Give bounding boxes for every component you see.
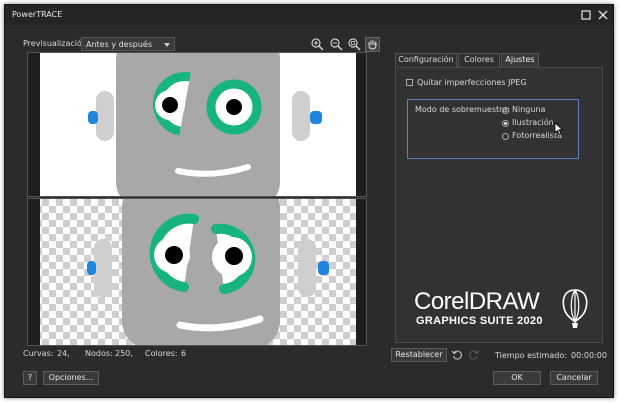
zoom-in-icon[interactable] xyxy=(310,37,325,52)
traced-image xyxy=(40,199,356,345)
pan-hand-icon[interactable] xyxy=(365,37,380,52)
settings-panel: Quitar imperfecciones JPEG Modo de sobre… xyxy=(395,67,603,343)
coreldraw-logo: CorelDRAW GRAPHICS SUITE 2020 xyxy=(414,288,594,334)
undo-icon[interactable] xyxy=(451,349,463,361)
options-button[interactable]: Opciones... xyxy=(43,371,99,385)
help-button[interactable]: ? xyxy=(23,371,37,385)
curves-label: Curvas: xyxy=(23,349,54,358)
brand-line2: GRAPHICS SUITE 2020 xyxy=(416,315,543,327)
colors-label: Colores: xyxy=(145,349,178,358)
nodes-value: 250, xyxy=(115,349,133,358)
chevron-down-icon xyxy=(164,43,170,47)
preview-before-pane[interactable] xyxy=(27,52,367,197)
jpeg-checkbox[interactable] xyxy=(406,79,413,86)
window-title: PowerTRACE xyxy=(12,10,63,19)
zoom-fit-icon[interactable] xyxy=(347,37,362,52)
estimated-time-value: 00:00:00 xyxy=(571,351,607,360)
tab-ajustes[interactable]: Ajustes xyxy=(501,53,539,67)
colors-value: 6 xyxy=(181,349,187,358)
radio-ninguna[interactable] xyxy=(502,107,509,114)
preview-mode-select[interactable]: Antes y después xyxy=(81,37,175,51)
nodes-label: Nodos: xyxy=(85,349,113,358)
title-bar: PowerTRACE xyxy=(5,5,613,25)
preview-after-pane[interactable] xyxy=(27,198,367,346)
maximize-icon[interactable] xyxy=(579,8,593,22)
radio-fotorrealista[interactable] xyxy=(502,133,509,140)
cancel-button[interactable]: Cancelar xyxy=(550,371,598,385)
mouse-cursor-icon xyxy=(554,122,564,136)
jpeg-checkbox-label[interactable]: Quitar imperfecciones JPEG xyxy=(417,78,527,87)
resample-group: Modo de sobremuestra: Ninguna Ilustració… xyxy=(407,99,579,159)
close-icon[interactable] xyxy=(596,8,610,22)
tab-configuracion[interactable]: Configuración xyxy=(395,53,457,67)
resample-label: Modo de sobremuestra: xyxy=(415,105,511,114)
estimated-time-label: Tiempo estimado: xyxy=(495,351,567,360)
reset-button[interactable]: Restablecer xyxy=(391,348,447,362)
radio-ilustracion-label[interactable]: Ilustración xyxy=(512,118,554,127)
zoom-out-icon[interactable] xyxy=(329,37,344,52)
preview-label: Previsualización: xyxy=(23,39,90,48)
powertrace-dialog: PowerTRACE Previsualización: Antes y des… xyxy=(4,4,614,398)
ok-button[interactable]: OK xyxy=(493,371,541,385)
radio-ilustracion[interactable] xyxy=(502,120,509,127)
tab-colores[interactable]: Colores xyxy=(458,53,500,67)
balloon-logo-icon xyxy=(562,289,588,328)
radio-ninguna-label[interactable]: Ninguna xyxy=(512,105,545,114)
preview-mode-value: Antes y después xyxy=(86,40,152,49)
redo-icon[interactable] xyxy=(468,349,480,361)
brand-line1: CorelDRAW xyxy=(414,288,540,315)
original-image xyxy=(40,53,356,196)
curves-value: 24, xyxy=(57,349,70,358)
